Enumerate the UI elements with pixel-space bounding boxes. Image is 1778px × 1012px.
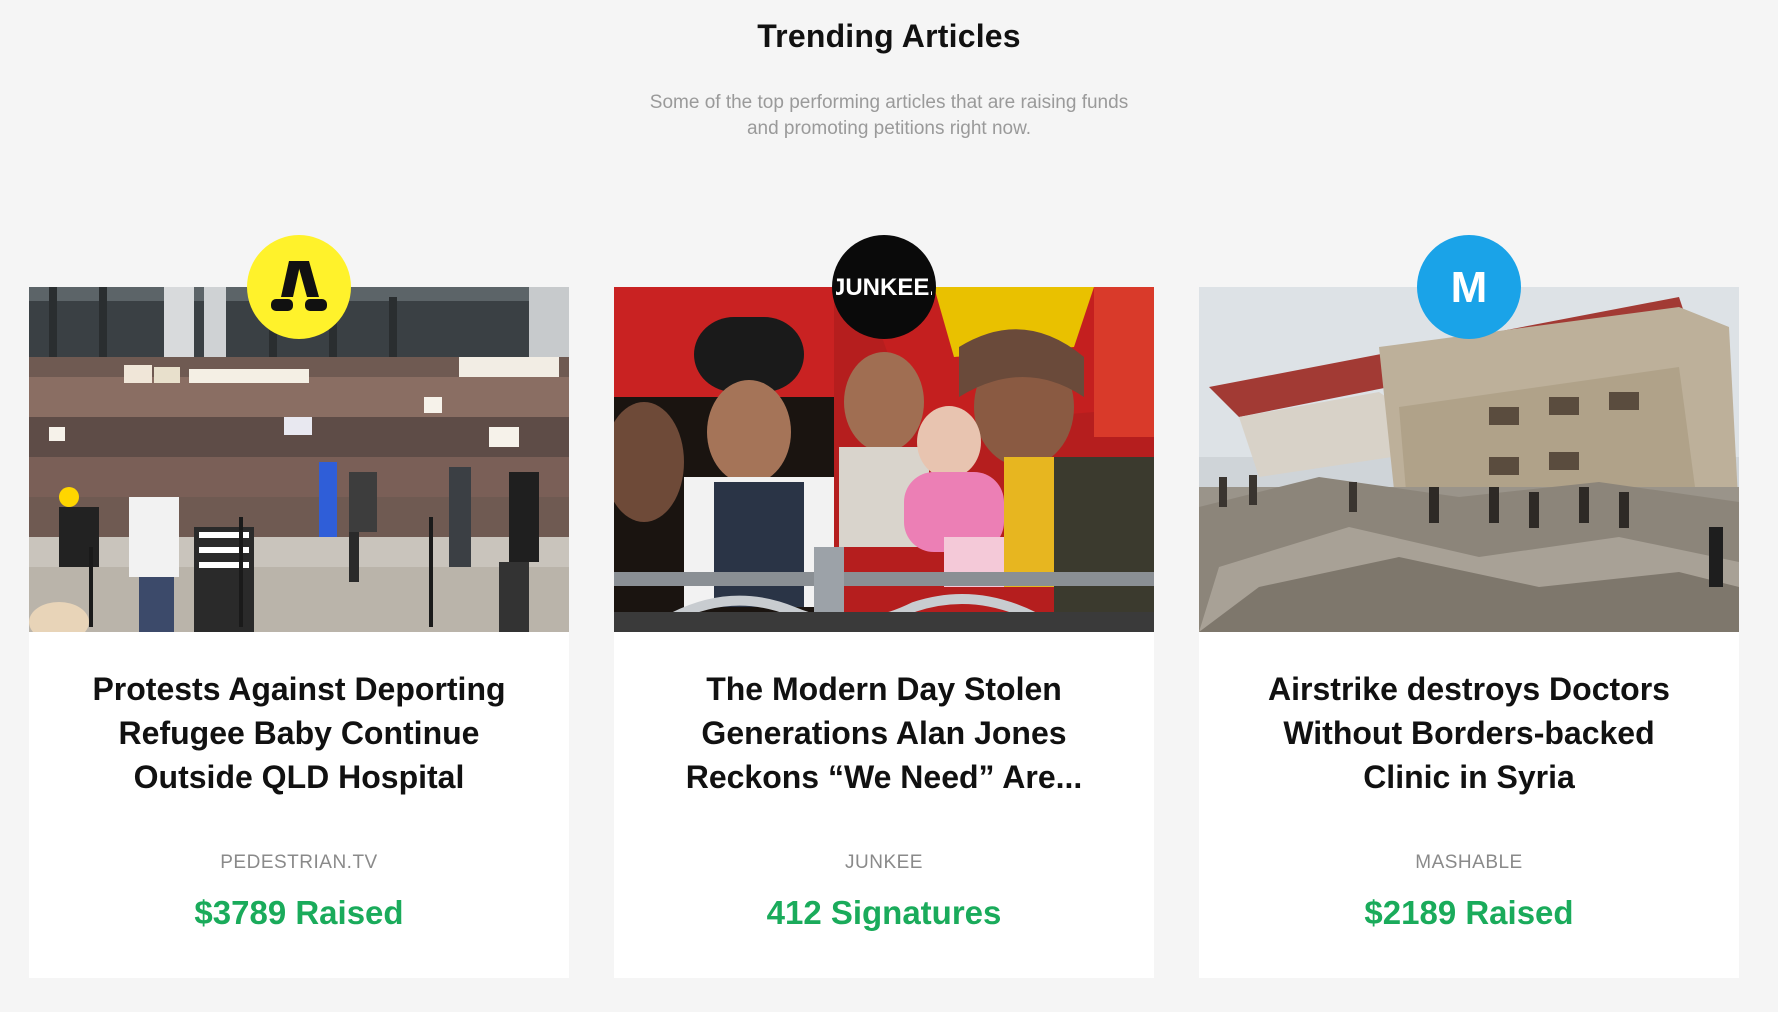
article-stat: 412 Signatures — [766, 894, 1002, 931]
pedestrian-logo-icon[interactable] — [247, 235, 351, 339]
trending-articles-page: Trending Articles Some of the top perfor… — [0, 0, 1778, 1012]
article-card-mashable[interactable]: M Airstrike destroys Doctors Without Bor… — [1199, 235, 1739, 978]
article-source: MASHABLE — [1415, 852, 1523, 873]
section-subtitle: Some of the top performing articles that… — [649, 92, 1129, 139]
article-card-pedestrian[interactable]: Protests Against Deporting Refugee Baby … — [29, 235, 569, 978]
mashable-logo-icon[interactable]: M — [1417, 235, 1521, 339]
section-title: Trending Articles — [757, 18, 1021, 54]
article-source: PEDESTRIAN.TV — [220, 852, 378, 873]
svg-text:M: M — [1451, 263, 1488, 312]
svg-text:JUNKEE.: JUNKEE. — [836, 274, 932, 301]
junkee-logo-icon[interactable]: JUNKEE. — [832, 235, 936, 339]
article-card-junkee[interactable]: JUNKEE. The Modern Day Stolen Generation… — [614, 235, 1154, 978]
article-source: JUNKEE — [845, 852, 923, 873]
article-stat: $3789 Raised — [194, 894, 404, 931]
article-stat: $2189 Raised — [1364, 894, 1574, 931]
article-title[interactable]: The Modern Day Stolen Generations Alan J… — [654, 667, 1114, 799]
article-title[interactable]: Airstrike destroys Doctors Without Borde… — [1239, 667, 1699, 799]
article-title[interactable]: Protests Against Deporting Refugee Baby … — [69, 667, 529, 799]
